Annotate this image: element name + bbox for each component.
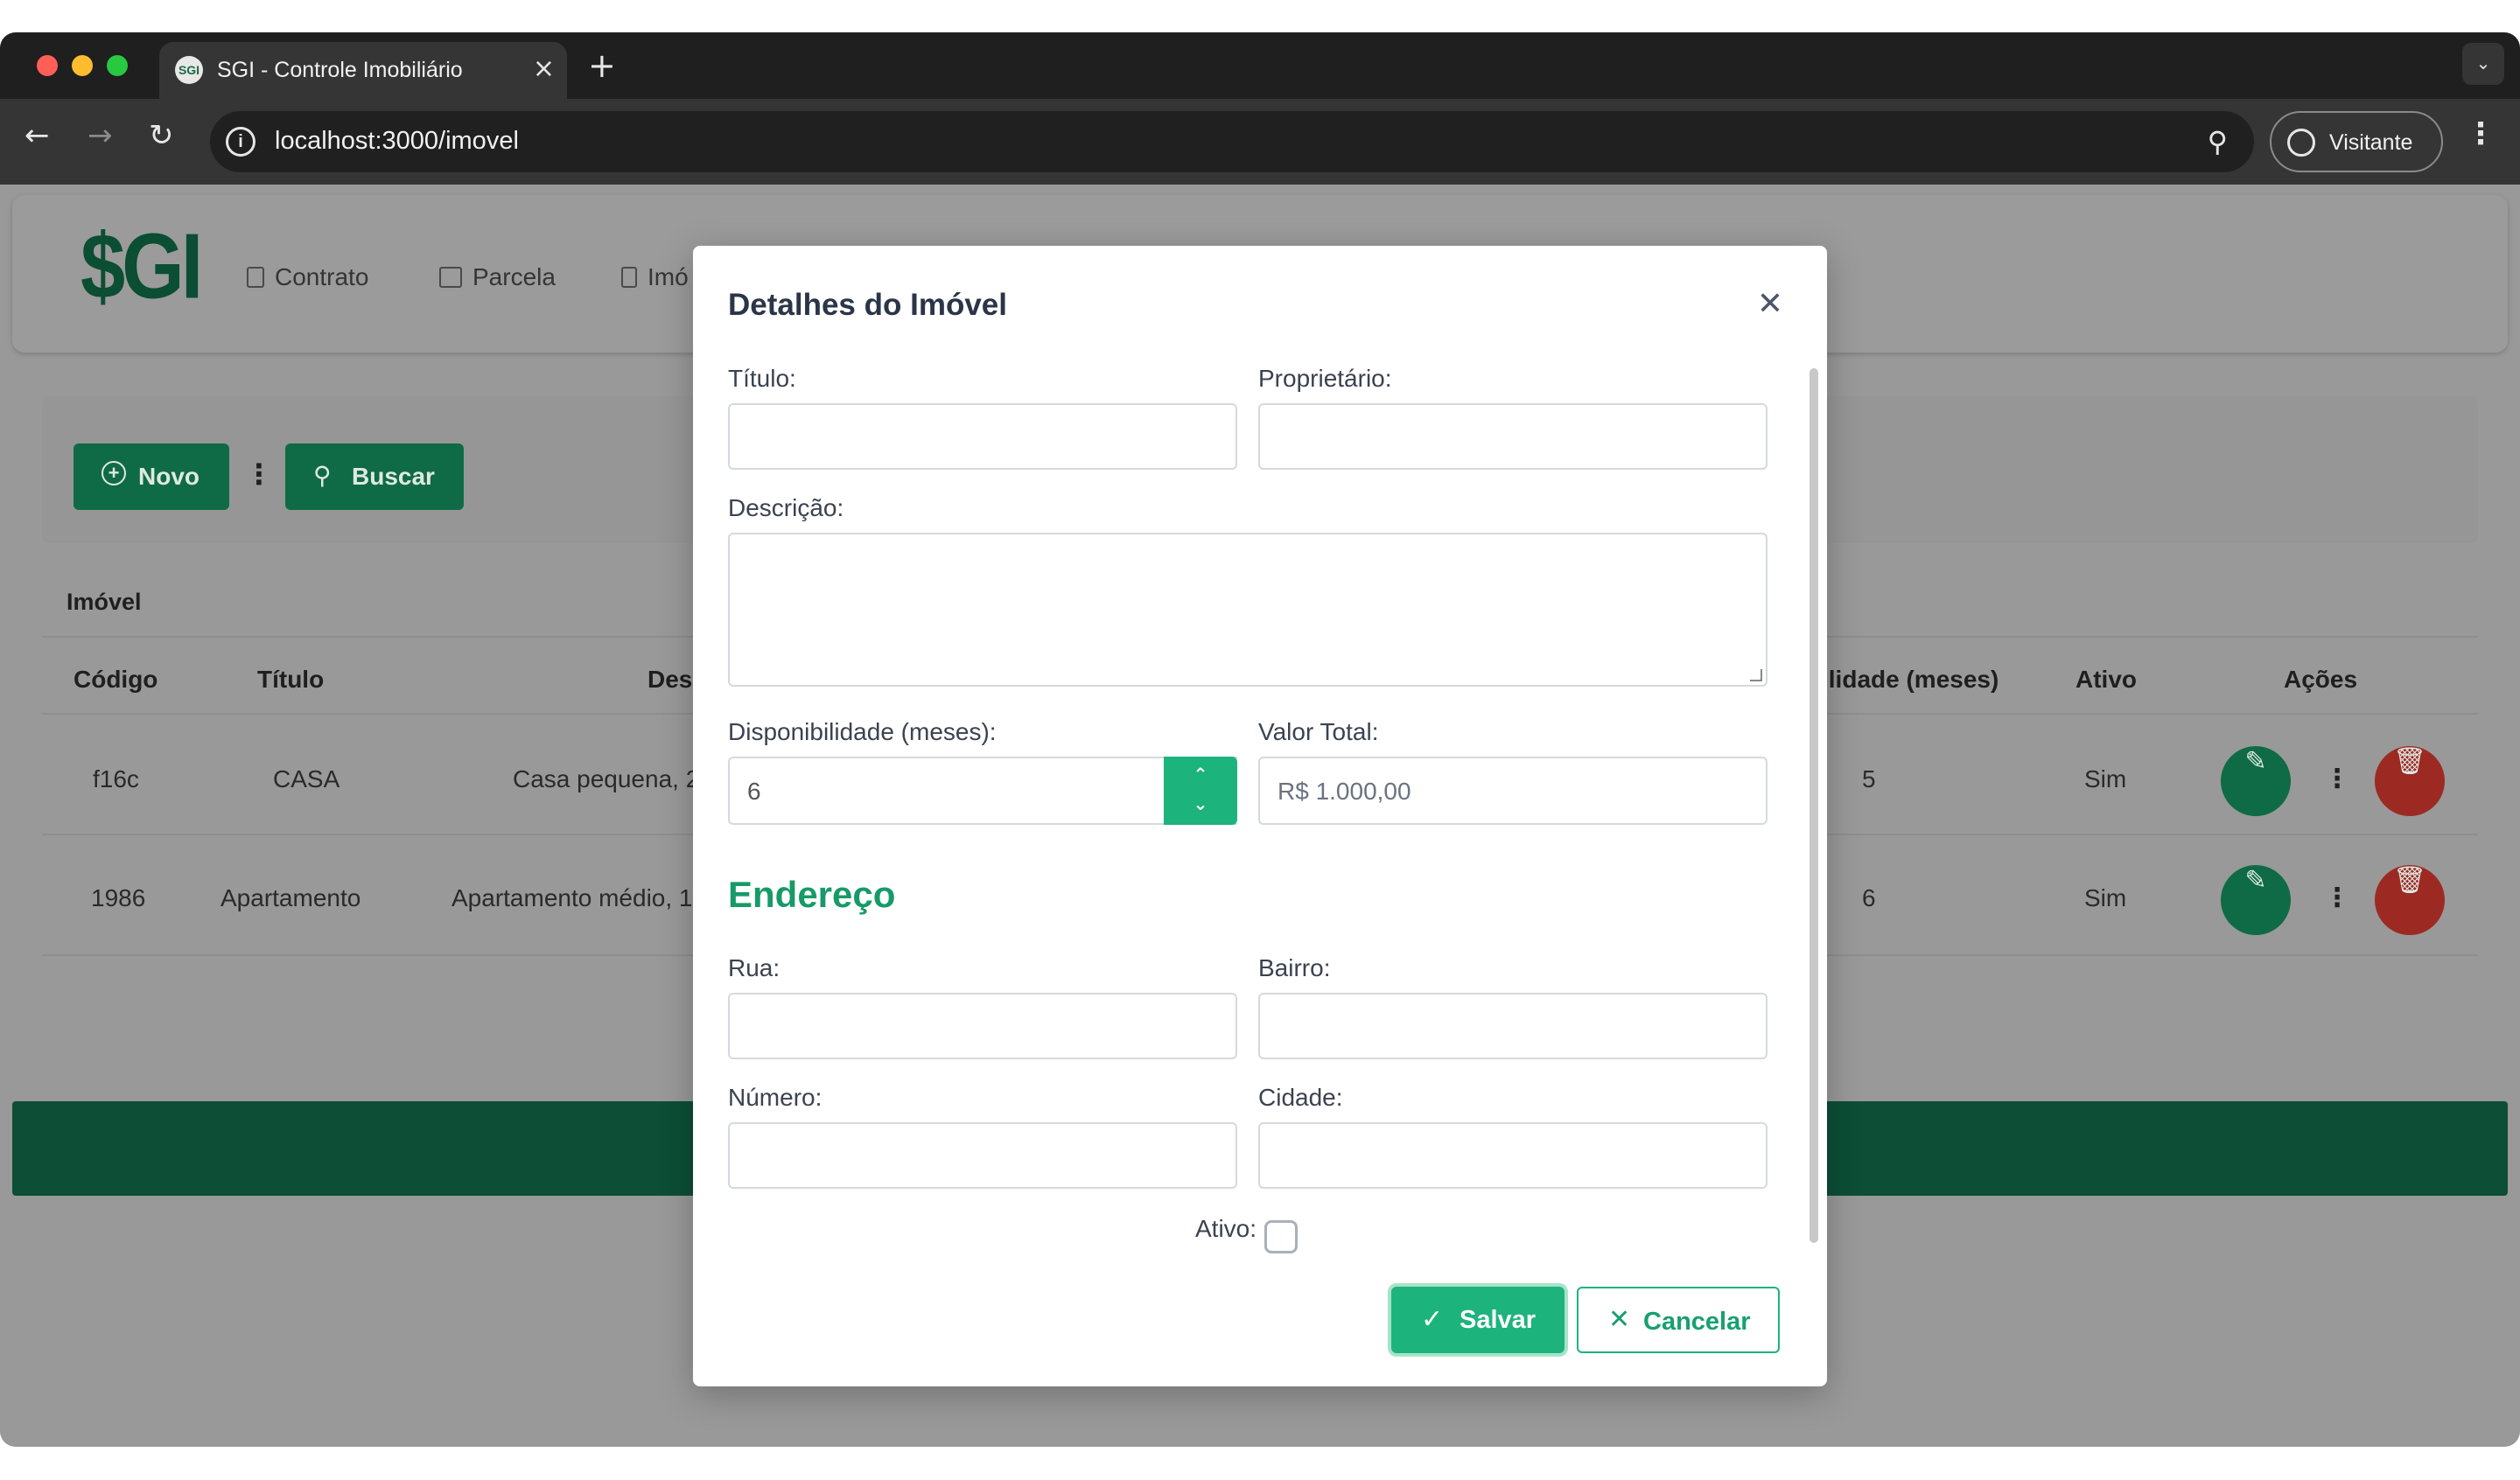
search-button[interactable]: ⚲ Buscar xyxy=(285,443,464,510)
rua-input[interactable] xyxy=(728,993,1237,1059)
zoom-icon[interactable]: ⚲ xyxy=(2208,125,2228,158)
profile-button[interactable]: Visitante xyxy=(2270,111,2443,172)
check-icon: ✓ xyxy=(1421,1304,1444,1335)
save-button-label: Salvar xyxy=(1460,1306,1536,1334)
file-icon xyxy=(247,267,264,288)
cancel-button-label: Cancelar xyxy=(1643,1308,1751,1336)
chevron-down-icon[interactable]: ⌄ xyxy=(1164,793,1237,814)
nav-item-imovel[interactable]: Imó xyxy=(621,263,689,291)
forward-icon[interactable]: → xyxy=(88,118,113,153)
titulo-label: Título: xyxy=(728,365,796,392)
maximize-window-button[interactable] xyxy=(107,55,128,76)
cell-codigo: f16c xyxy=(93,765,139,792)
toolbar-kebab-icon[interactable]: ⋮ xyxy=(245,457,273,491)
cell-disponibilidade: 5 xyxy=(1862,765,1876,792)
close-icon: ✕ xyxy=(1608,1304,1631,1335)
cell-descricao: Casa pequena, 2 xyxy=(513,765,700,792)
nav-label: Contrato xyxy=(275,263,369,290)
browser-tab[interactable]: SGI SGI - Controle Imobiliário × xyxy=(159,42,567,100)
wallet-icon xyxy=(439,267,462,288)
descricao-label: Descrição: xyxy=(728,494,844,521)
url-text: localhost:3000/imovel xyxy=(275,127,519,155)
delete-button[interactable]: 🗑 xyxy=(2375,746,2445,816)
cell-disponibilidade: 6 xyxy=(1862,884,1876,911)
numero-input[interactable] xyxy=(728,1122,1237,1189)
edit-button[interactable]: ✎ xyxy=(2221,865,2291,935)
back-icon[interactable]: ← xyxy=(24,118,50,153)
ativo-label: Ativo: xyxy=(1195,1215,1257,1242)
cell-codigo: 1986 xyxy=(91,884,146,911)
scrollbar-thumb[interactable] xyxy=(1810,368,1818,1243)
profile-label: Visitante xyxy=(2329,130,2413,155)
row-kebab-icon[interactable]: ⋮ xyxy=(2324,883,2350,913)
cell-descricao: Apartamento médio, 1 xyxy=(452,884,693,911)
reload-icon[interactable]: ↻ xyxy=(149,118,174,153)
nav-label: Parcela xyxy=(472,263,556,290)
new-tab-icon[interactable]: + xyxy=(588,46,616,85)
close-window-button[interactable] xyxy=(37,55,58,76)
bairro-label: Bairro: xyxy=(1258,954,1331,981)
cidade-label: Cidade: xyxy=(1258,1084,1343,1111)
proprietario-input[interactable] xyxy=(1258,403,1768,470)
app-logo[interactable]: $GI xyxy=(80,214,203,320)
cell-ativo: Sim xyxy=(2084,884,2127,911)
nav-item-contrato[interactable]: Contrato xyxy=(247,263,368,291)
minimize-window-button[interactable] xyxy=(72,55,93,76)
browser-menu-icon[interactable]: ⋮ xyxy=(2466,116,2496,151)
column-header-titulo: Título xyxy=(257,666,325,693)
plus-circle-icon: + xyxy=(102,461,126,485)
profile-icon xyxy=(2287,129,2315,157)
rua-label: Rua: xyxy=(728,954,780,981)
quantity-stepper[interactable]: ⌃ ⌄ xyxy=(1164,757,1237,825)
tab-bar: SGI SGI - Controle Imobiliário × + ⌄ xyxy=(0,32,2520,100)
disponibilidade-input[interactable]: 6 xyxy=(728,757,1237,825)
disponibilidade-label: Disponibilidade (meses): xyxy=(728,718,997,745)
endereco-section-title: Endereço xyxy=(728,874,896,915)
column-header-acoes: Ações xyxy=(2284,666,2358,693)
cell-ativo: Sim xyxy=(2084,765,2127,792)
nav-item-parcela[interactable]: Parcela xyxy=(439,263,556,291)
valor-total-label: Valor Total: xyxy=(1258,718,1379,745)
address-bar[interactable]: i localhost:3000/imovel ⚲ xyxy=(210,111,2254,172)
cancel-button[interactable]: ✕ Cancelar xyxy=(1577,1287,1780,1353)
search-icon: ⚲ xyxy=(313,461,332,490)
search-button-label: Buscar xyxy=(352,463,435,490)
table-title: Imóvel xyxy=(66,589,142,615)
dialog-scrollbar[interactable] xyxy=(1808,368,1820,1288)
dialog-title: Detalhes do Imóvel xyxy=(728,288,1007,322)
tab-close-icon[interactable]: × xyxy=(533,53,555,84)
ativo-checkbox[interactable] xyxy=(1264,1220,1298,1253)
delete-button[interactable]: 🗑 xyxy=(2375,865,2445,935)
cidade-input[interactable] xyxy=(1258,1122,1768,1189)
favicon-icon: SGI xyxy=(175,56,203,84)
resize-handle-icon[interactable] xyxy=(1750,669,1762,681)
site-info-icon[interactable]: i xyxy=(226,127,256,157)
row-kebab-icon[interactable]: ⋮ xyxy=(2324,764,2350,794)
browser-toolbar: ← → ↻ i localhost:3000/imovel ⚲ Visitant… xyxy=(0,99,2520,185)
imovel-details-dialog: Detalhes do Imóvel ✕ Título: Proprietári… xyxy=(693,246,1827,1386)
chevron-up-icon[interactable]: ⌃ xyxy=(1164,764,1237,785)
column-header-disponibilidade: ilidade (meses) xyxy=(1822,666,1999,693)
save-button[interactable]: ✓ Salvar xyxy=(1391,1287,1564,1353)
cell-titulo: CASA xyxy=(273,765,340,792)
cell-titulo: Apartamento xyxy=(220,884,361,911)
new-button-label: Novo xyxy=(138,463,200,490)
tab-list-chevron-icon[interactable]: ⌄ xyxy=(2462,43,2504,85)
tab-title: SGI - Controle Imobiliário xyxy=(217,58,463,82)
column-header-codigo: Código xyxy=(74,666,158,693)
titulo-input[interactable] xyxy=(728,403,1237,470)
new-button[interactable]: + Novo xyxy=(74,443,229,510)
column-header-ativo: Ativo xyxy=(2076,666,2137,693)
nav-label: Imó xyxy=(648,263,689,290)
bairro-input[interactable] xyxy=(1258,993,1768,1059)
valor-total-input[interactable]: R$ 1.000,00 xyxy=(1258,757,1768,825)
descricao-textarea[interactable] xyxy=(728,533,1768,687)
proprietario-label: Proprietário: xyxy=(1258,365,1392,392)
building-icon xyxy=(621,267,637,288)
edit-button[interactable]: ✎ xyxy=(2221,746,2291,816)
close-icon[interactable]: ✕ xyxy=(1757,286,1783,322)
numero-label: Número: xyxy=(728,1084,822,1111)
